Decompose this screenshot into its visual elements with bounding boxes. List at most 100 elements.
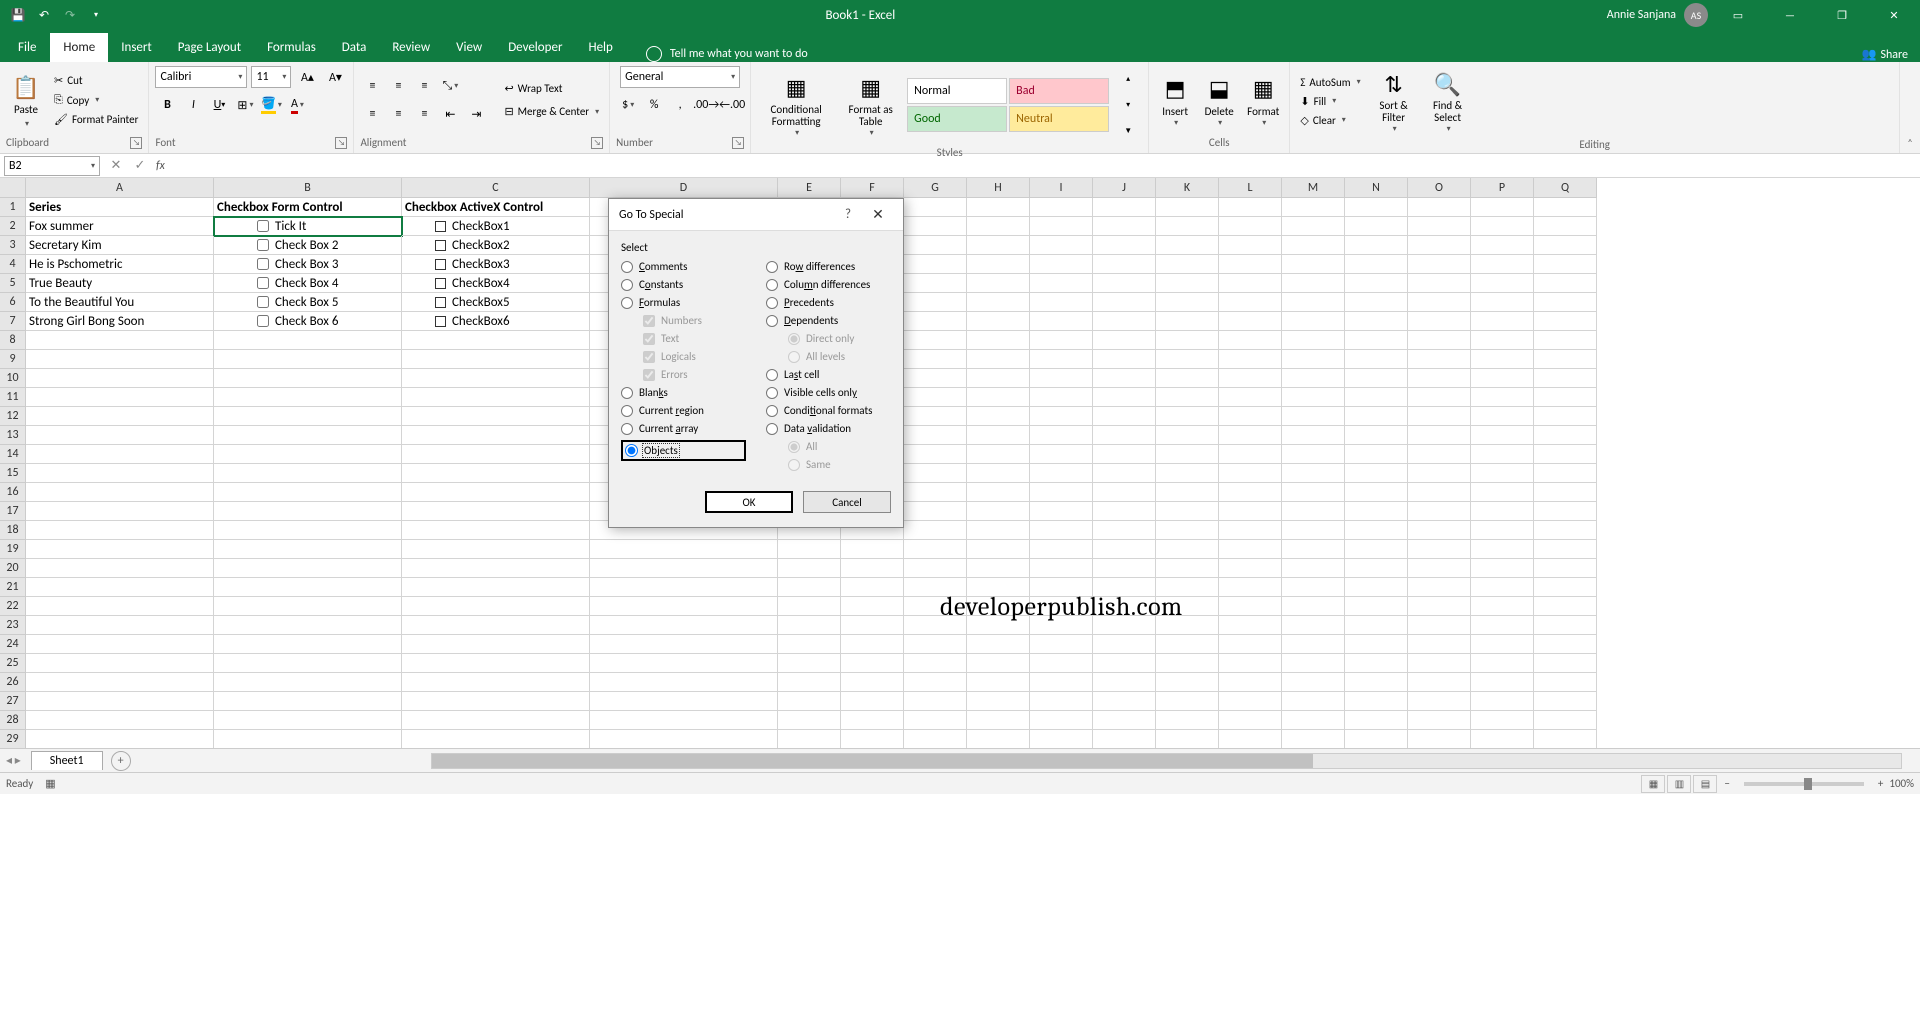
cell[interactable]: [214, 597, 402, 616]
cell[interactable]: [590, 654, 778, 673]
row-header[interactable]: 13: [0, 426, 26, 445]
sort-filter-button[interactable]: ⇅Sort & Filter: [1369, 66, 1419, 136]
style-normal[interactable]: Normal: [907, 78, 1007, 104]
cell[interactable]: [1219, 502, 1282, 521]
cell[interactable]: [967, 331, 1030, 350]
cell[interactable]: [1093, 673, 1156, 692]
dialog-launcher-icon[interactable]: ↘: [591, 137, 603, 149]
cell[interactable]: [1471, 236, 1534, 255]
cell[interactable]: [841, 673, 904, 692]
cell[interactable]: [841, 578, 904, 597]
cell[interactable]: [1282, 445, 1345, 464]
cell[interactable]: [402, 331, 590, 350]
cell[interactable]: [841, 692, 904, 711]
select-all-corner[interactable]: [0, 178, 26, 198]
cell[interactable]: [1093, 730, 1156, 748]
cell[interactable]: Check Box 3: [214, 255, 402, 274]
cell[interactable]: CheckBox1: [402, 217, 590, 236]
cell[interactable]: [26, 711, 214, 730]
cell[interactable]: [1408, 217, 1471, 236]
cell[interactable]: [26, 331, 214, 350]
cell[interactable]: [1219, 483, 1282, 502]
cell[interactable]: [1534, 616, 1597, 635]
sheet-nav[interactable]: ◂ ▸: [0, 753, 27, 768]
cell[interactable]: [904, 388, 967, 407]
col-header[interactable]: B: [214, 178, 402, 198]
cell[interactable]: [1093, 464, 1156, 483]
cell[interactable]: [1408, 312, 1471, 331]
cell[interactable]: [1282, 730, 1345, 748]
cell[interactable]: [967, 521, 1030, 540]
page-break-view-icon[interactable]: ▤: [1693, 775, 1717, 793]
cell[interactable]: [1471, 255, 1534, 274]
activex-checkbox[interactable]: [435, 297, 446, 308]
cell[interactable]: [1219, 559, 1282, 578]
cell[interactable]: [1030, 198, 1093, 217]
tell-me[interactable]: Tell me what you want to do: [646, 46, 808, 62]
cell[interactable]: [26, 597, 214, 616]
cell[interactable]: [26, 616, 214, 635]
cancel-button[interactable]: Cancel: [803, 491, 891, 513]
col-header[interactable]: Q: [1534, 178, 1597, 198]
zoom-slider[interactable]: [1744, 782, 1864, 786]
row-header[interactable]: 4: [0, 255, 26, 274]
cell[interactable]: [1219, 350, 1282, 369]
cell[interactable]: [904, 540, 967, 559]
merge-center-button[interactable]: ⊟Merge & Center: [500, 103, 603, 120]
cell[interactable]: [1408, 730, 1471, 748]
cell[interactable]: [1471, 369, 1534, 388]
cell[interactable]: [1282, 407, 1345, 426]
cell[interactable]: [1534, 711, 1597, 730]
cell[interactable]: [967, 198, 1030, 217]
cell[interactable]: [402, 711, 590, 730]
cell[interactable]: [1345, 654, 1408, 673]
cell[interactable]: [967, 635, 1030, 654]
cell[interactable]: [1345, 692, 1408, 711]
cell[interactable]: [214, 559, 402, 578]
cell[interactable]: [1030, 331, 1093, 350]
row-header[interactable]: 14: [0, 445, 26, 464]
font-size-combo[interactable]: 11: [251, 66, 291, 88]
cell[interactable]: [214, 540, 402, 559]
cell[interactable]: [1282, 236, 1345, 255]
cell[interactable]: [904, 350, 967, 369]
cell[interactable]: [778, 730, 841, 748]
cell[interactable]: He is Pschometric: [26, 255, 214, 274]
cell[interactable]: [1345, 293, 1408, 312]
cell[interactable]: [967, 407, 1030, 426]
cell[interactable]: [1030, 692, 1093, 711]
cell[interactable]: [1534, 597, 1597, 616]
row-header[interactable]: 25: [0, 654, 26, 673]
cell[interactable]: [402, 521, 590, 540]
cell[interactable]: [904, 730, 967, 748]
row-header[interactable]: 10: [0, 369, 26, 388]
cell[interactable]: [967, 293, 1030, 312]
cell[interactable]: [967, 692, 1030, 711]
cell[interactable]: Checkbox ActiveX Control: [402, 198, 590, 217]
cell[interactable]: [1219, 540, 1282, 559]
cell[interactable]: [1156, 331, 1219, 350]
col-header[interactable]: N: [1345, 178, 1408, 198]
cell[interactable]: [1282, 331, 1345, 350]
cell[interactable]: [214, 388, 402, 407]
dialog-titlebar[interactable]: Go To Special ? ✕: [609, 199, 903, 231]
col-header[interactable]: I: [1030, 178, 1093, 198]
cell[interactable]: [1534, 673, 1597, 692]
cell[interactable]: [1282, 635, 1345, 654]
cell[interactable]: [778, 635, 841, 654]
collapse-ribbon-icon[interactable]: ˄: [1907, 136, 1912, 149]
cell[interactable]: [1030, 673, 1093, 692]
col-header[interactable]: P: [1471, 178, 1534, 198]
bold-button[interactable]: B: [155, 94, 179, 116]
number-format-combo[interactable]: General: [620, 66, 740, 88]
tab-file[interactable]: File: [4, 33, 50, 62]
cell[interactable]: [1471, 692, 1534, 711]
cell[interactable]: [1156, 369, 1219, 388]
cell[interactable]: [904, 217, 967, 236]
cell[interactable]: [1219, 274, 1282, 293]
cell[interactable]: [1534, 540, 1597, 559]
zoom-out-icon[interactable]: −: [1724, 777, 1729, 790]
cell[interactable]: [1534, 426, 1597, 445]
cell[interactable]: [1219, 578, 1282, 597]
form-checkbox[interactable]: [257, 277, 269, 289]
